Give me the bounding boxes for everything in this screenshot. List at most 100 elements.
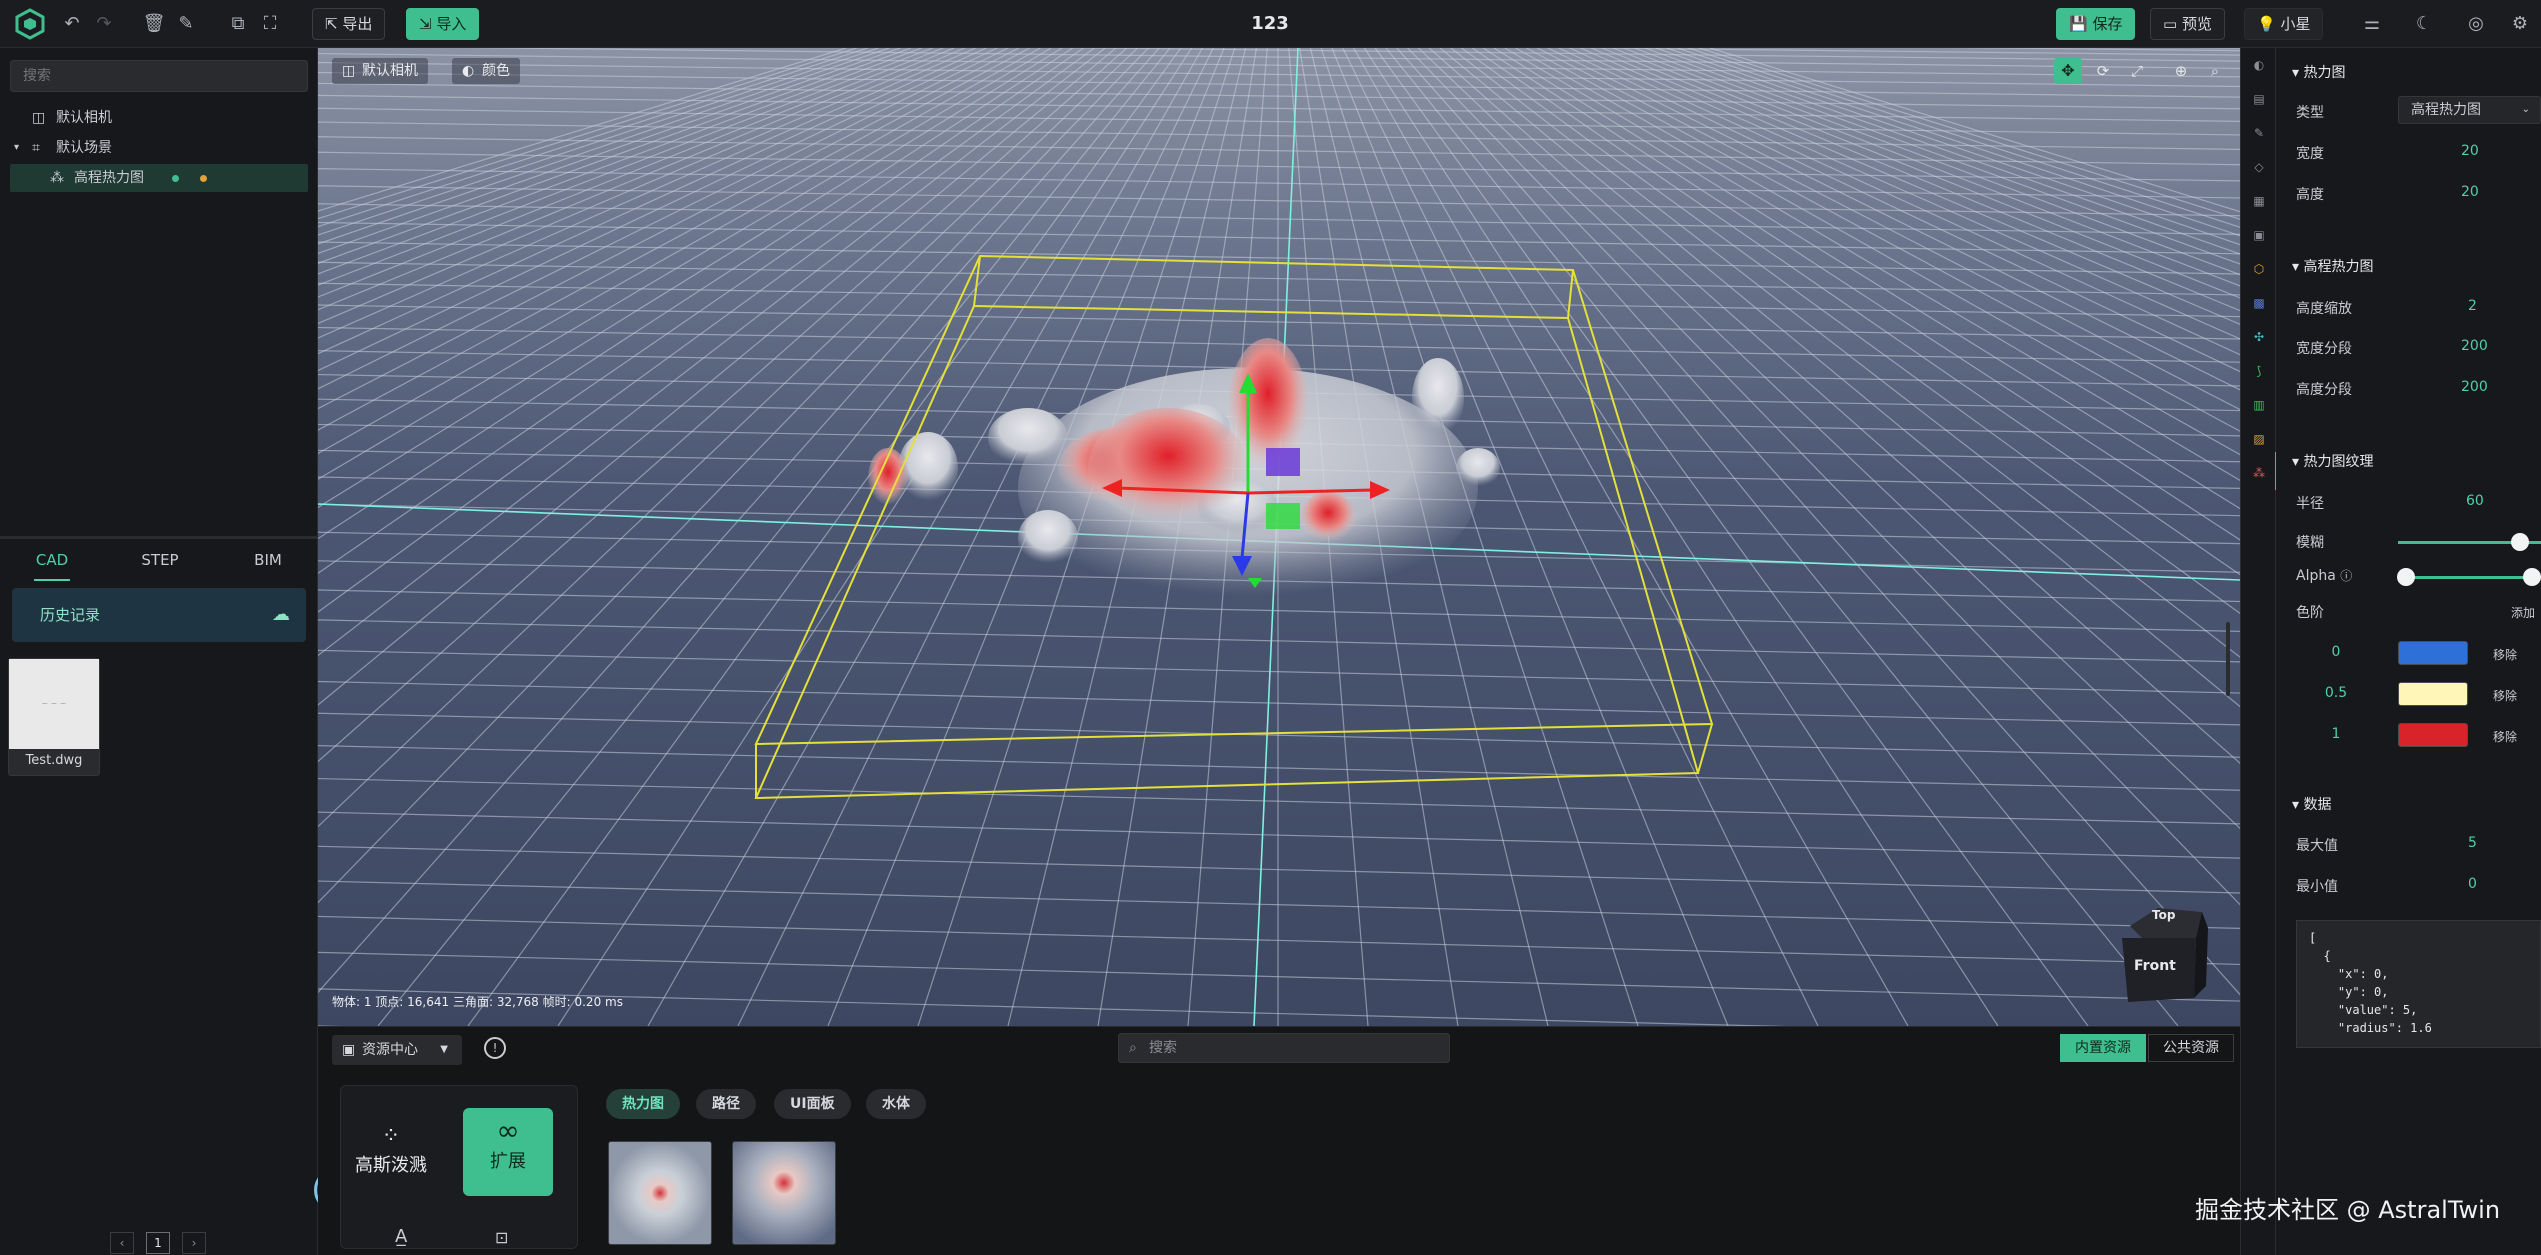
data-json-editor[interactable]: [ { "x": 0, "y": 0, "value": 5, "radius"… [2296, 920, 2541, 1048]
cube-front-label[interactable]: Front [2134, 958, 2176, 974]
blur-slider-knob[interactable] [2510, 533, 2529, 551]
section-elevation[interactable]: ▾ 高程热力图 [2292, 256, 2373, 276]
chip-heatmap[interactable]: 热力图 [606, 1089, 680, 1119]
chip-ui-panel[interactable]: UI面板 [774, 1089, 851, 1119]
category-extend[interactable]: ∞ 扩展 [463, 1108, 553, 1196]
remove-stop-button[interactable]: 移除 [2493, 687, 2517, 704]
info-icon[interactable]: ⓘ [2340, 569, 2352, 583]
script-tab-icon[interactable]: ⟆ [2250, 362, 2268, 380]
height-scale-value[interactable]: 2 [2468, 298, 2541, 314]
stop-color-swatch[interactable] [2398, 723, 2468, 747]
fullscreen-icon[interactable]: ⛶ [258, 12, 282, 36]
text-tool-icon[interactable]: A̲ [395, 1226, 407, 1247]
stop-position[interactable]: 1 [2296, 726, 2376, 742]
section-texture[interactable]: ▾ 热力图纹理 [2292, 451, 2373, 471]
render-tab-icon[interactable]: ▦ [2250, 192, 2268, 210]
section-data[interactable]: ▾ 数据 [2292, 794, 2331, 814]
file-tab-icon[interactable]: ▨ [2250, 430, 2268, 448]
export-button[interactable]: ⇱ 导出 [312, 8, 386, 40]
globe-icon[interactable]: ⊕ [2168, 58, 2194, 84]
undo-icon[interactable]: ↶ [60, 12, 84, 36]
user-button[interactable]: 💡 小星 [2244, 8, 2324, 40]
resource-search-input[interactable]: ⌕ 搜索 [1118, 1033, 1450, 1063]
layer-tab-icon[interactable]: ▣ [2250, 226, 2268, 244]
moon-icon[interactable]: ☾ [2412, 12, 2436, 36]
info-icon[interactable]: ! [484, 1037, 506, 1059]
clear-icon[interactable]: ✎ [174, 12, 198, 36]
zoom-icon[interactable]: ⌕ [2202, 58, 2228, 84]
delete-icon[interactable]: 🗑 [142, 12, 166, 36]
redo-icon[interactable]: ↷ [92, 12, 116, 36]
tree-item-heatmap[interactable]: ⁂ 高程热力图 [10, 164, 308, 192]
material-tab-icon[interactable]: ✣ [2250, 328, 2268, 346]
tab-bim[interactable]: BIM [218, 551, 318, 569]
prev-page-button[interactable]: ‹ [110, 1232, 134, 1254]
alpha-slider[interactable] [2406, 576, 2541, 579]
alpha-min-knob[interactable] [2397, 568, 2415, 586]
history-button[interactable]: 历史记录 ☁ [12, 588, 306, 642]
copy-icon[interactable]: ⧉ [226, 12, 250, 36]
move-tool-icon[interactable]: ✥ [2054, 58, 2082, 84]
github-icon[interactable]: ◎ [2464, 12, 2488, 36]
next-page-button[interactable]: › [182, 1232, 206, 1254]
settings-sliders-icon[interactable]: ⚌ [2360, 12, 2384, 36]
alpha-max-knob[interactable] [2523, 568, 2541, 586]
camera-tab-icon[interactable]: ◇ [2250, 158, 2268, 176]
tree-item-scene[interactable]: ▾ ⌗ 默认场景 [10, 134, 308, 162]
stop-color-swatch[interactable] [2398, 641, 2468, 665]
viewport-scrollbar[interactable] [2226, 622, 2230, 696]
resource-center-dropdown[interactable]: ▣ 资源中心 ▼ [332, 1035, 462, 1065]
tab-cad[interactable]: CAD [2, 551, 102, 569]
remove-stop-button[interactable]: 移除 [2493, 646, 2517, 663]
stop-position[interactable]: 0 [2296, 644, 2376, 660]
screenshot-icon[interactable]: ⊡ [495, 1228, 508, 1247]
preview-button[interactable]: ▭ 预览 [2150, 8, 2225, 40]
import-button[interactable]: ⇲ 导入 [406, 8, 480, 40]
asset-heatmap-elevation[interactable] [732, 1141, 836, 1245]
type-select[interactable]: 高程热力图 ⌄ [2398, 96, 2541, 124]
status-dot[interactable] [200, 175, 207, 182]
project-tab-icon[interactable]: ▤ [2250, 90, 2268, 108]
category-gaussian[interactable]: ⁘ 高斯泼溅 [351, 1124, 431, 1194]
stop-position[interactable]: 0.5 [2296, 685, 2376, 701]
cube-top-label[interactable]: Top [2152, 908, 2175, 922]
chip-water[interactable]: 水体 [866, 1089, 926, 1119]
radius-value[interactable]: 60 [2466, 493, 2541, 509]
geometry-tab-icon[interactable]: ▩ [2250, 294, 2268, 312]
scene-search-input[interactable] [10, 60, 308, 92]
gear-icon[interactable]: ⚙ [2508, 12, 2532, 36]
view-cube[interactable]: Top Front [2116, 898, 2212, 1004]
chip-path[interactable]: 路径 [696, 1089, 756, 1119]
scene-tab-icon[interactable]: ◐ [2250, 56, 2268, 74]
height-segments-value[interactable]: 200 [2461, 379, 2541, 395]
file-card[interactable]: ~ ~ ~ Test.dwg [8, 658, 100, 776]
section-heatmap[interactable]: ▾ 热力图 [2292, 62, 2345, 82]
remove-stop-button[interactable]: 移除 [2493, 728, 2517, 745]
rotate-tool-icon[interactable]: ⟳ [2090, 58, 2116, 84]
visible-dot[interactable] [172, 175, 179, 182]
tab-builtin-resources[interactable]: 内置资源 [2060, 1034, 2146, 1062]
save-button[interactable]: 💾 保存 [2056, 8, 2136, 40]
color-mode-button[interactable]: ◐ 颜色 [452, 58, 520, 84]
object-tab-icon[interactable]: ⬡ [2250, 260, 2268, 278]
tab-public-resources[interactable]: 公共资源 [2148, 1034, 2234, 1062]
3d-viewport[interactable]: ◫ 默认相机 ◐ 颜色 ✥ ⟳ ⤢ ⊕ ⌕ Top Front 物体: 1 顶点… [318, 48, 2240, 1026]
app-logo-icon[interactable] [14, 8, 46, 40]
width-segments-value[interactable]: 200 [2461, 338, 2541, 354]
width-value[interactable]: 20 [2461, 143, 2541, 159]
tools-tab-icon[interactable]: ✎ [2250, 124, 2268, 142]
tab-step[interactable]: STEP [110, 551, 210, 569]
page-number[interactable]: 1 [146, 1232, 170, 1254]
add-stop-button[interactable]: 添加 [2511, 604, 2535, 621]
heatmap-tab-icon[interactable]: ⁂ [2250, 464, 2268, 482]
min-value[interactable]: 0 [2468, 876, 2541, 892]
stop-color-swatch[interactable] [2398, 682, 2468, 706]
camera-select-button[interactable]: ◫ 默认相机 [332, 58, 428, 84]
asset-heatmap-flat[interactable] [608, 1141, 712, 1245]
scale-tool-icon[interactable]: ⤢ [2124, 58, 2150, 84]
tree-item-camera[interactable]: ◫ 默认相机 [10, 104, 308, 132]
max-value[interactable]: 5 [2468, 835, 2541, 851]
cloud-upload-icon[interactable]: ☁ [272, 588, 290, 642]
height-value[interactable]: 20 [2461, 184, 2541, 200]
data-tab-icon[interactable]: ▥ [2250, 396, 2268, 414]
